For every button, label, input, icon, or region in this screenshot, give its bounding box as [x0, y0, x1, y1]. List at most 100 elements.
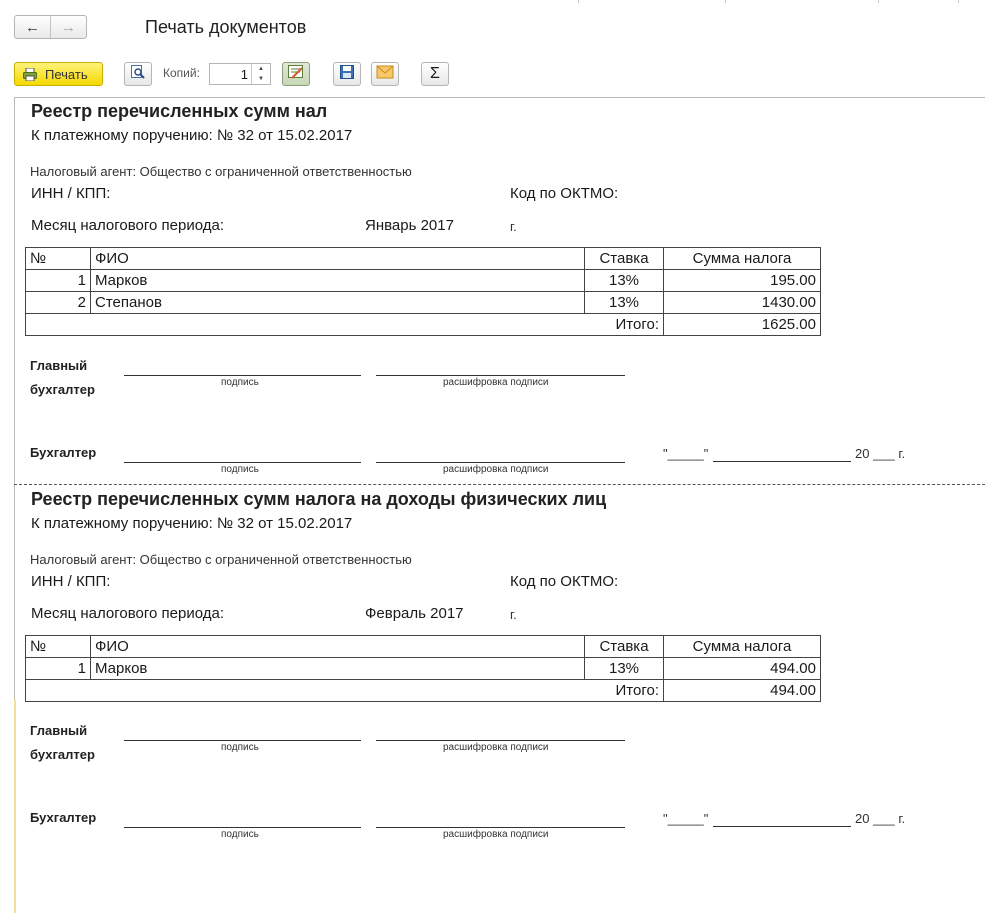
decode-caption: расшифровка подписи	[443, 464, 549, 475]
year-suffix: г.	[510, 607, 517, 622]
col-header-number: №	[25, 247, 91, 270]
accountant-label: Бухгалтер	[30, 810, 97, 825]
row-rate: 13%	[584, 657, 664, 680]
chief-accountant-label-2: бухгалтер	[30, 382, 95, 397]
row-amount: 494.00	[663, 657, 821, 680]
row-number: 1	[25, 269, 91, 292]
margin-marker	[14, 699, 16, 913]
signature-caption: подпись	[221, 829, 259, 840]
arrow-right-icon: →	[61, 18, 76, 36]
save-button[interactable]	[333, 62, 361, 86]
copies-label: Копий:	[163, 66, 200, 80]
chevron-down-icon[interactable]: ▼	[252, 74, 270, 84]
sigma-icon: Σ	[430, 65, 440, 82]
report-title: Реестр перечисленных сумм налога на дохо…	[31, 489, 607, 509]
chief-decode-line	[376, 740, 625, 741]
col-header-amount: Сумма налога	[663, 635, 821, 658]
send-email-button[interactable]	[371, 62, 399, 86]
edit-document-icon	[287, 64, 305, 85]
print-button[interactable]: Печать	[14, 62, 103, 86]
chief-signature-line	[124, 375, 361, 376]
total-value: 1625.00	[663, 313, 821, 336]
date-quote: "_____"	[663, 446, 709, 461]
oktmo-label: Код по ОКТМО:	[510, 185, 619, 202]
sum-button[interactable]: Σ	[421, 62, 449, 86]
col-header-amount: Сумма налога	[663, 247, 821, 270]
col-header-rate: Ставка	[584, 635, 664, 658]
signature-caption: подпись	[221, 742, 259, 753]
window-title: Печать документов	[145, 17, 307, 37]
oktmo-label: Код по ОКТМО:	[510, 573, 619, 590]
total-value: 494.00	[663, 679, 821, 702]
col-header-number: №	[25, 635, 91, 658]
total-label: Итого:	[584, 679, 664, 702]
inn-kpp-label: ИНН / КПП:	[31, 573, 111, 590]
tax-agent: Налоговый агент: Общество с ограниченной…	[30, 164, 412, 179]
table-total-row: Итого: 494.00	[25, 679, 821, 702]
print-button-label: Печать	[45, 66, 88, 82]
back-button[interactable]: ←	[15, 16, 51, 38]
chief-signature-line	[124, 740, 361, 741]
row-name: Марков	[90, 657, 585, 680]
table-total-row: Итого: 1625.00	[25, 313, 821, 336]
date-quote: "_____"	[663, 811, 709, 826]
accountant-signature-line	[124, 827, 361, 828]
payment-order: К платежному поручению: № 32 от 15.02.20…	[31, 127, 353, 144]
row-name: Степанов	[90, 291, 585, 314]
signature-caption: подпись	[221, 377, 259, 388]
table-header-row: № ФИО Ставка Сумма налога	[25, 247, 821, 270]
date-line	[713, 461, 851, 462]
chief-accountant-label-1: Главный	[30, 358, 88, 373]
edit-toggle-button[interactable]	[282, 62, 310, 86]
year-suffix: г.	[510, 219, 517, 234]
date-year: 20 ___ г.	[855, 446, 906, 461]
table-row: 1 Марков 13% 494.00	[25, 657, 821, 680]
accountant-decode-line	[376, 827, 625, 828]
row-number: 2	[25, 291, 91, 314]
chevron-up-icon[interactable]: ▲	[252, 64, 270, 74]
tax-agent: Налоговый агент: Общество с ограниченной…	[30, 552, 412, 567]
report-title: Реестр перечисленных сумм нал	[31, 101, 328, 121]
col-header-rate: Ставка	[584, 247, 664, 270]
col-header-name: ФИО	[90, 635, 585, 658]
row-amount: 1430.00	[663, 291, 821, 314]
accountant-signature-line	[124, 462, 361, 463]
preview-button[interactable]	[124, 62, 152, 86]
date-line	[713, 826, 851, 827]
col-header-name: ФИО	[90, 247, 585, 270]
period-value: Январь 2017	[365, 217, 454, 234]
period-label: Месяц налогового периода:	[31, 217, 225, 234]
decode-caption: расшифровка подписи	[443, 742, 549, 753]
envelope-icon	[376, 65, 394, 84]
tax-table: № ФИО Ставка Сумма налога 1 Марков 13% 4…	[25, 635, 821, 702]
period-label: Месяц налогового периода:	[31, 605, 225, 622]
floppy-disk-icon	[339, 64, 355, 85]
decode-caption: расшифровка подписи	[443, 377, 549, 388]
page-break-line	[14, 484, 985, 485]
row-rate: 13%	[584, 291, 664, 314]
payment-order: К платежному поручению: № 32 от 15.02.20…	[31, 515, 353, 532]
accountant-decode-line	[376, 462, 625, 463]
stepper-arrows[interactable]: ▲ ▼	[251, 64, 270, 84]
copies-value: 1	[240, 67, 248, 82]
forward-button[interactable]: →	[51, 16, 86, 38]
row-amount: 195.00	[663, 269, 821, 292]
accountant-label: Бухгалтер	[30, 445, 97, 460]
table-row: 2 Степанов 13% 1430.00	[25, 291, 821, 314]
nav-buttons: ← →	[14, 15, 87, 39]
row-rate: 13%	[584, 269, 664, 292]
chief-decode-line	[376, 375, 625, 376]
period-value: Февраль 2017	[365, 605, 464, 622]
chief-accountant-label-1: Главный	[30, 723, 88, 738]
table-header-row: № ФИО Ставка Сумма налога	[25, 635, 821, 658]
printer-icon	[23, 67, 37, 81]
decode-caption: расшифровка подписи	[443, 829, 549, 840]
preview-icon	[130, 64, 146, 85]
total-label: Итого:	[584, 313, 664, 336]
arrow-left-icon: ←	[25, 18, 40, 36]
row-name: Марков	[90, 269, 585, 292]
table-row: 1 Марков 13% 195.00	[25, 269, 821, 292]
signature-caption: подпись	[221, 464, 259, 475]
copies-stepper[interactable]: 1 ▲ ▼	[209, 63, 271, 85]
top-strip	[0, 0, 985, 3]
